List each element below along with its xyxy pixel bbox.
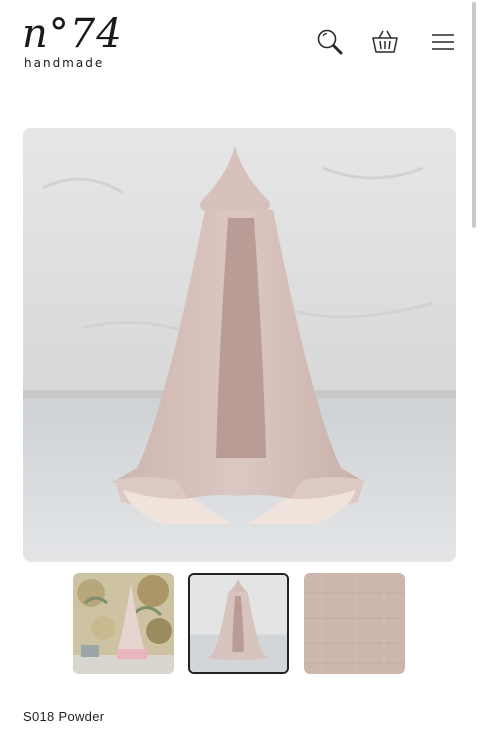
- thumbnail-strip: [0, 573, 480, 677]
- logo-mark: n°74: [22, 11, 123, 57]
- search-icon[interactable]: [314, 26, 346, 58]
- site-header: n°74 handmade: [0, 0, 480, 96]
- floral-room-thumbnail[interactable]: [73, 573, 174, 674]
- logo-subtitle: handmade: [24, 56, 105, 70]
- brand-logo[interactable]: n°74 handmade: [22, 12, 132, 76]
- menu-icon[interactable]: [426, 26, 458, 58]
- canopy-thumbnail[interactable]: [188, 573, 289, 674]
- basket-icon[interactable]: [369, 26, 401, 58]
- product-title: S018 Powder: [23, 709, 105, 724]
- scrollbar[interactable]: [472, 2, 476, 228]
- fabric-swatch-thumbnail[interactable]: [304, 573, 405, 674]
- product-main-image[interactable]: [23, 128, 456, 562]
